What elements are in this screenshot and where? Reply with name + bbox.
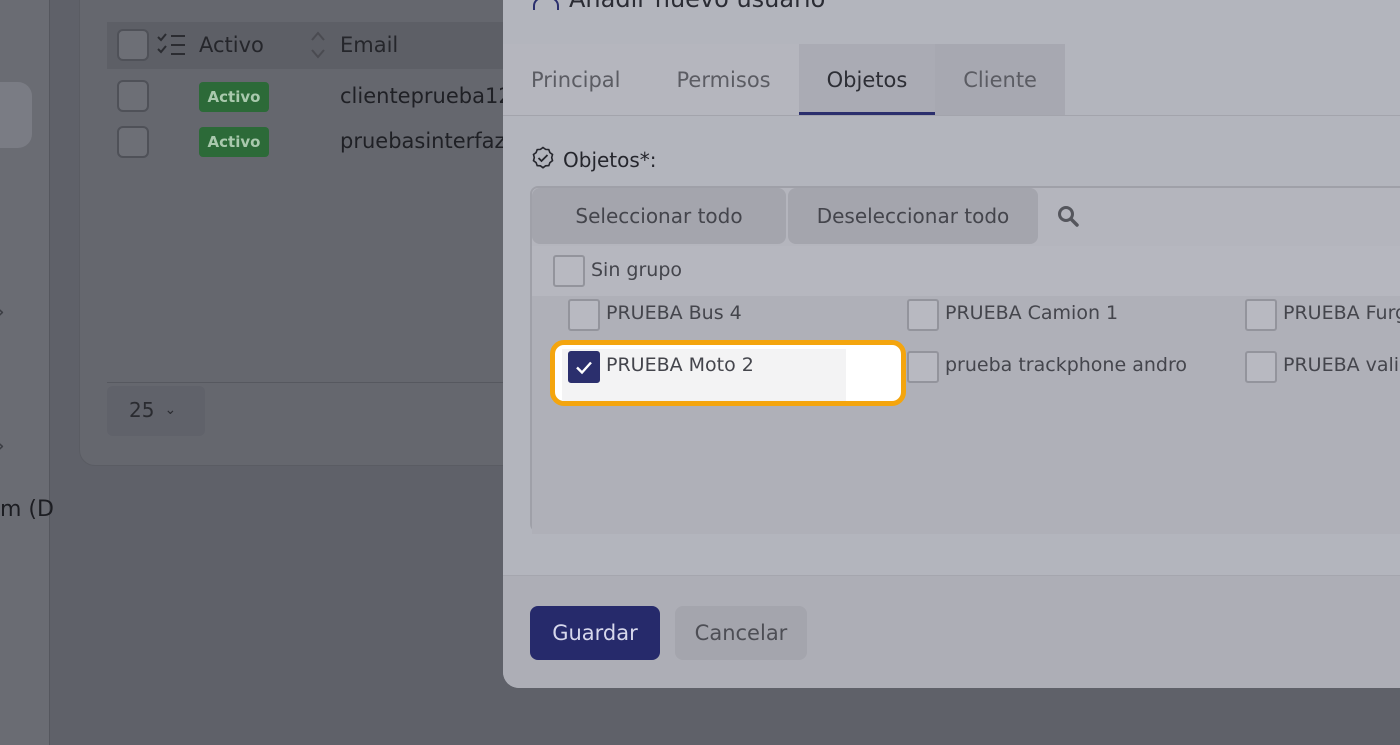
object-label[interactable]: prueba trackphone andro bbox=[945, 354, 1187, 376]
table-footer-divider bbox=[107, 382, 527, 383]
object-label[interactable]: PRUEBA Bus 4 bbox=[606, 302, 742, 324]
object-checkbox[interactable] bbox=[568, 299, 600, 331]
object-label[interactable]: PRUEBA valid bbox=[1283, 354, 1400, 376]
page-size-select[interactable]: 25 ⌄ bbox=[107, 386, 205, 436]
check-circle-icon bbox=[531, 146, 555, 174]
objects-label: Objetos*: bbox=[563, 148, 657, 172]
group-label: Sin grupo bbox=[591, 259, 683, 281]
tab-cliente[interactable]: Cliente bbox=[935, 44, 1065, 116]
email-cell[interactable]: clienteprueba12 bbox=[340, 84, 512, 108]
object-checkbox[interactable] bbox=[907, 299, 939, 331]
tab-bar: Principal Permisos Objetos Cliente bbox=[503, 44, 1065, 116]
object-checkbox[interactable] bbox=[1245, 351, 1277, 383]
sidebar-item-label[interactable]: m (D bbox=[0, 497, 54, 522]
objects-field-label: Objetos*: bbox=[531, 146, 657, 174]
page-size-value: 25 bbox=[129, 398, 155, 422]
deselect-all-button[interactable]: Deseleccionar todo bbox=[788, 188, 1038, 244]
email-cell[interactable]: pruebasinterfaz bbox=[340, 129, 506, 153]
select-all-checkbox[interactable] bbox=[117, 29, 149, 61]
sidebar-active-item[interactable] bbox=[0, 82, 32, 148]
object-label[interactable]: PRUEBA Camion 1 bbox=[945, 302, 1118, 324]
cancel-button[interactable]: Cancelar bbox=[675, 606, 807, 660]
object-checkbox[interactable] bbox=[1245, 299, 1277, 331]
dialog-title: Añadir nuevo usuario bbox=[569, 0, 825, 13]
object-checkbox[interactable] bbox=[907, 351, 939, 383]
tab-permisos[interactable]: Permisos bbox=[648, 44, 799, 116]
chevron-right-icon[interactable]: › bbox=[0, 302, 5, 324]
object-label[interactable]: PRUEBA Moto 2 bbox=[606, 354, 754, 376]
dialog-header: Añadir nuevo usuario bbox=[531, 0, 825, 16]
status-badge: Activo bbox=[199, 127, 269, 157]
add-user-dialog: Añadir nuevo usuario Principal Permisos … bbox=[503, 0, 1400, 688]
row-checkbox[interactable] bbox=[117, 126, 149, 158]
tab-objetos[interactable]: Objetos bbox=[798, 44, 936, 116]
chevron-down-icon: ⌄ bbox=[164, 402, 177, 418]
checkmark-icon bbox=[576, 361, 592, 375]
group-row: Sin grupo bbox=[532, 246, 1400, 298]
select-all-button[interactable]: Seleccionar todo bbox=[532, 188, 786, 244]
column-header-email[interactable]: Email bbox=[340, 33, 398, 57]
sort-icon[interactable] bbox=[310, 30, 326, 65]
search-icon[interactable] bbox=[1056, 204, 1080, 232]
tab-divider bbox=[503, 115, 1400, 116]
status-badge: Activo bbox=[199, 82, 269, 112]
chevron-right-icon[interactable]: › bbox=[0, 436, 5, 458]
row-checkbox[interactable] bbox=[117, 80, 149, 112]
tab-principal[interactable]: Principal bbox=[503, 44, 649, 116]
object-checkbox-checked[interactable] bbox=[568, 351, 600, 383]
user-icon bbox=[531, 0, 561, 16]
checklist-icon bbox=[157, 32, 187, 63]
objects-selector: Seleccionar todo Deseleccionar todo Sin … bbox=[530, 186, 1400, 534]
sidebar: › › bbox=[0, 0, 50, 745]
column-header-activo[interactable]: Activo bbox=[199, 33, 264, 57]
objects-list: PRUEBA Bus 4 PRUEBA Camion 1 PRUEBA Furg… bbox=[532, 296, 1400, 534]
group-checkbox[interactable] bbox=[553, 255, 585, 287]
object-label[interactable]: PRUEBA Furg bbox=[1283, 302, 1400, 324]
save-button[interactable]: Guardar bbox=[530, 606, 660, 660]
